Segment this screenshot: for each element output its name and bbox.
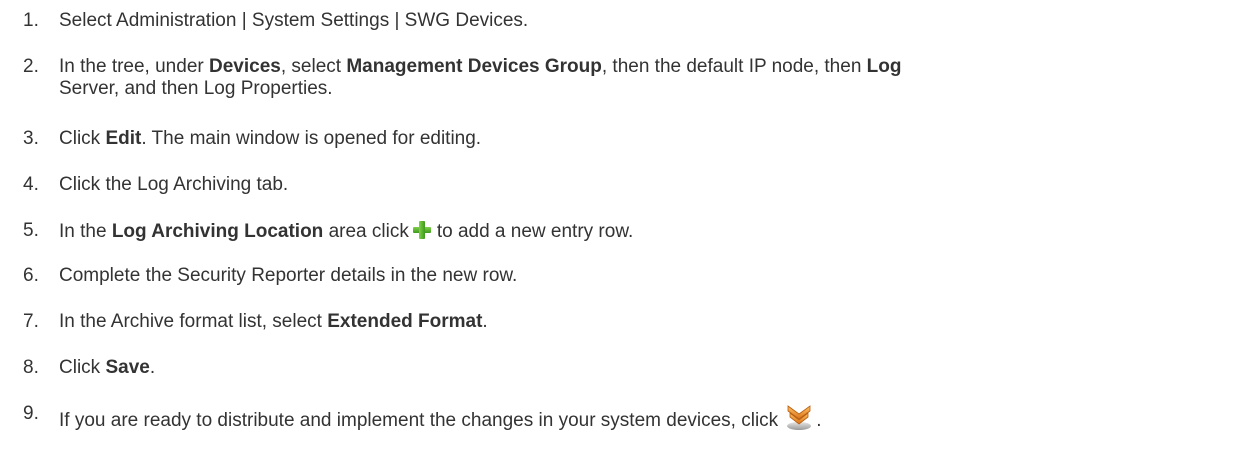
step-text: Click Edit. The main window is opened fo… [59, 128, 482, 149]
step-number: 2. [23, 56, 39, 77]
step-text: Click the Log Archiving tab. [59, 174, 289, 195]
step-number: 7. [23, 311, 39, 332]
step-text: In the Log Archiving Location area click… [59, 220, 634, 242]
step-number: 5. [23, 220, 39, 241]
plus-icon[interactable] [412, 220, 432, 240]
step-number: 6. [23, 265, 39, 286]
step-text: In the Archive format list, select Exten… [59, 311, 488, 332]
step-number: 9. [23, 403, 39, 424]
step-number: 1. [23, 10, 39, 31]
step-text: Complete the Security Reporter details i… [59, 265, 518, 286]
step-number: 4. [23, 174, 39, 195]
distribute-icon[interactable] [784, 403, 814, 431]
instruction-steps: 1. Select Administration | System Settin… [0, 0, 1237, 460]
step-text: Click Save. [59, 357, 156, 378]
step-text: In the tree, under Devices, select Manag… [59, 56, 902, 99]
step-text: If you are ready to distribute and imple… [59, 403, 1229, 432]
step-text: Select Administration | System Settings … [59, 10, 529, 31]
step-number: 8. [23, 357, 39, 378]
step-number: 3. [23, 128, 39, 149]
